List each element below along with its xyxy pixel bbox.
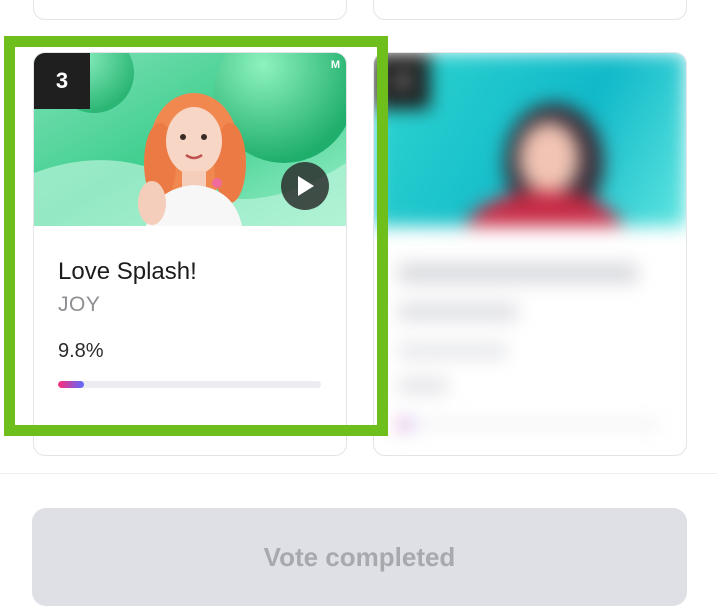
- vote-progress-fill: [398, 421, 412, 428]
- song-card[interactable]: M 3 Love Splash! JOY 9.8%: [33, 52, 347, 456]
- previous-card-left[interactable]: [33, 0, 347, 20]
- song-thumbnail[interactable]: 4: [374, 53, 686, 226]
- song-thumbnail[interactable]: M 3: [34, 53, 346, 226]
- vote-completed-button[interactable]: Vote completed: [32, 508, 687, 606]
- play-icon: [298, 176, 314, 196]
- artist-name: JOY: [58, 293, 101, 316]
- song-title: [398, 263, 638, 283]
- artist-name: [398, 343, 508, 359]
- blurred-content: 4: [374, 53, 686, 455]
- rank-badge: 3: [34, 53, 90, 109]
- rank-badge: 4: [374, 53, 430, 109]
- song-title-line2: [398, 303, 518, 321]
- vote-progress-bar: [398, 421, 661, 428]
- song-title: Love Splash!: [58, 258, 197, 285]
- play-button[interactable]: [281, 162, 329, 210]
- channel-logo: M: [330, 59, 340, 71]
- song-card[interactable]: 4: [373, 52, 687, 456]
- vote-percentage: [398, 378, 448, 394]
- section-divider: [0, 473, 717, 474]
- previous-card-right[interactable]: [373, 0, 687, 20]
- vote-percentage: 9.8%: [58, 340, 104, 362]
- vote-progress-fill: [58, 381, 84, 388]
- vote-progress-bar: [58, 381, 321, 388]
